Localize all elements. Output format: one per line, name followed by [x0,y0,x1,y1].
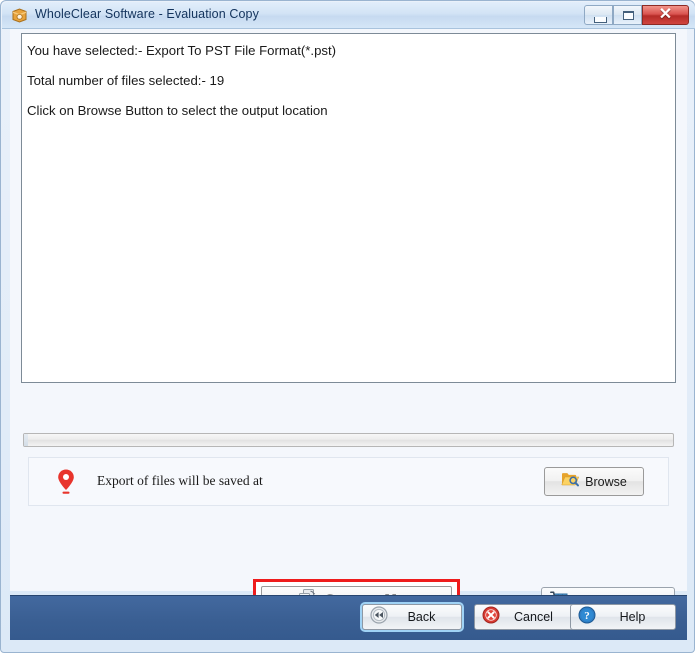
title-bar[interactable]: WholeClear Software - Evaluation Copy ✕ [2,2,695,29]
back-button[interactable]: Back [360,602,464,632]
rewind-icon [370,605,388,629]
progress-bar [23,433,674,447]
application-window: WholeClear Software - Evaluation Copy ✕ … [0,0,695,653]
close-button[interactable]: ✕ [642,5,689,25]
message-panel: You have selected:- Export To PST File F… [21,33,676,383]
minimize-icon [594,17,607,23]
browse-button[interactable]: Browse [544,467,644,496]
cancel-button[interactable]: Cancel [474,604,574,630]
destination-label: Export of files will be saved at [97,473,263,488]
window-title: WholeClear Software - Evaluation Copy [35,7,259,21]
message-line-count: Total number of files selected:- 19 [27,73,225,88]
help-icon: ? [578,606,596,629]
folder-search-icon [561,471,580,492]
close-icon: ✕ [658,6,673,23]
cancel-icon [482,606,500,629]
destination-panel: Export of files will be saved at Browse [28,457,669,506]
minimize-button[interactable] [584,5,613,25]
svg-text:?: ? [584,610,590,622]
maximize-icon [623,11,634,20]
footer-bar: Back Cancel ? Help [10,595,687,640]
location-pin-icon [56,468,76,496]
browse-button-label: Browse [585,474,627,489]
maximize-button[interactable] [613,5,642,25]
app-icon [11,7,28,24]
message-line-hint: Click on Browse Button to select the out… [27,103,328,118]
back-button-label: Back [407,610,436,624]
client-area: You have selected:- Export To PST File F… [10,29,687,619]
message-line-format: You have selected:- Export To PST File F… [27,43,337,58]
help-button-label: Help [619,610,646,624]
help-button[interactable]: ? Help [570,604,676,630]
cancel-button-label: Cancel [514,610,553,624]
progress-bar-fill [24,434,28,446]
